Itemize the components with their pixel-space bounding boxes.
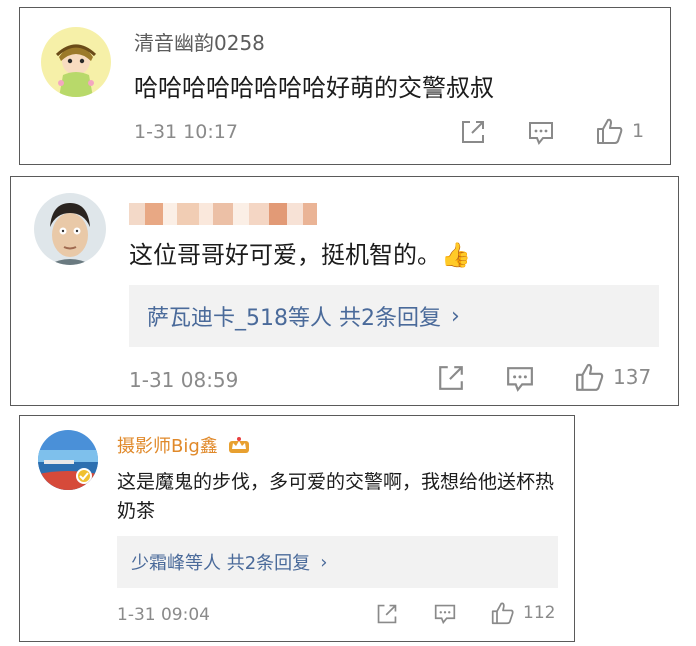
comment-icon <box>507 367 533 392</box>
comment-card: 清音幽韵0258 哈哈哈哈哈哈哈哈好萌的交警叔叔 1-31 10:17 1 <box>19 7 671 165</box>
comment-button[interactable] <box>528 120 554 146</box>
comment-card: 摄影师Big鑫 这是魔鬼的步伐，多可爱的交警啊，我想给他送杯热奶茶 少霜峰等人 … <box>19 415 575 642</box>
thumbs-up-icon <box>597 118 623 144</box>
thumbs-up-icon <box>491 602 514 625</box>
like-count: 112 <box>523 603 556 623</box>
chevron-right-icon: › <box>320 551 328 573</box>
comment-icon <box>434 604 456 625</box>
share-button[interactable] <box>460 119 486 145</box>
replies-link[interactable]: 少霜峰等人 共2条回复 › <box>117 536 558 588</box>
username[interactable]: 清音幽韵0258 <box>134 27 265 56</box>
share-icon <box>462 121 484 143</box>
replies-text: 少霜峰等人 共2条回复 <box>131 553 311 574</box>
username-text: 摄影师Big鑫 <box>117 436 218 457</box>
like-button[interactable]: 1 <box>596 117 644 145</box>
comment-text: 这位哥哥好可爱，挺机智的。👍 <box>129 241 471 269</box>
share-button[interactable] <box>376 603 398 625</box>
user-avatar[interactable] <box>41 27 111 97</box>
comment-text: 哈哈哈哈哈哈哈哈好萌的交警叔叔 <box>134 74 494 102</box>
username-masked[interactable] <box>129 203 317 225</box>
crown-badge-icon <box>228 437 249 453</box>
username[interactable]: 摄影师Big鑫 <box>117 432 250 458</box>
timestamp: 1-31 09:04 <box>117 605 210 625</box>
share-button[interactable] <box>437 364 465 392</box>
chevron-right-icon: › <box>450 303 460 329</box>
timestamp: 1-31 08:59 <box>129 368 239 392</box>
share-icon <box>377 604 397 624</box>
like-button[interactable]: 112 <box>491 601 555 625</box>
replies-text: 萨瓦迪卡_518等人 共2条回复 <box>147 306 441 331</box>
user-avatar[interactable] <box>34 193 106 265</box>
share-icon <box>439 366 463 390</box>
like-count: 137 <box>613 365 652 389</box>
comment-card: 这位哥哥好可爱，挺机智的。👍 萨瓦迪卡_518等人 共2条回复 › 1-31 0… <box>10 176 679 406</box>
comment-text: 这是魔鬼的步伐，多可爱的交警啊，我想给他送杯热奶茶 <box>117 471 555 522</box>
timestamp: 1-31 10:17 <box>134 121 238 143</box>
like-button[interactable]: 137 <box>575 362 651 392</box>
user-avatar[interactable] <box>38 430 98 490</box>
replies-link[interactable]: 萨瓦迪卡_518等人 共2条回复 › <box>129 285 659 347</box>
thumbs-up-icon <box>576 363 604 391</box>
comment-icon <box>529 122 553 145</box>
comment-button[interactable] <box>434 603 456 625</box>
comment-button[interactable] <box>506 365 534 393</box>
like-count: 1 <box>632 120 645 142</box>
